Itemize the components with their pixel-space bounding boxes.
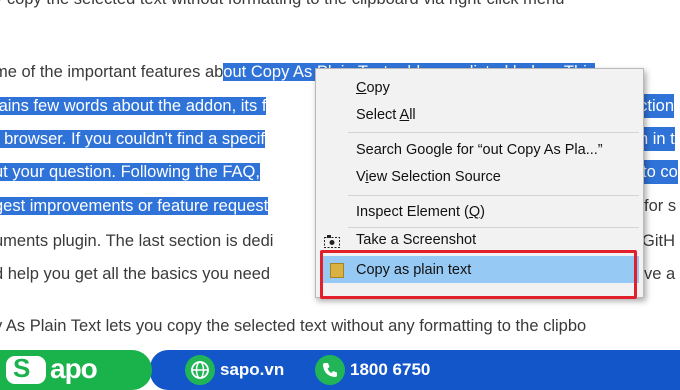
selected-text: ut your question. Following the FAQ, [0,163,260,181]
website-link[interactable]: sapo.vn [220,360,284,380]
text-line-0: y copy the selected text without formatt… [0,0,564,11]
menu-separator [348,227,639,228]
globe-icon [185,355,215,385]
menu-item-inspect-element[interactable]: Inspect Element (Q) [356,204,485,220]
footer-banner: sapo.vn 1800 6750 S apo [0,350,680,390]
phone-icon [315,355,345,385]
sapo-logo: apo [50,353,98,384]
phone-number[interactable]: 1800 6750 [350,360,430,380]
text-line-3: r browser. If you couldn't find a specif… [0,127,675,151]
menu-separator [348,195,639,196]
text-tail: for s [644,197,677,215]
annotation-highlight-box [320,250,637,299]
selected-text-tail: to co [642,160,678,184]
screenshot-icon [324,235,340,248]
text-line-8: y As Plain Text lets you copy the select… [0,317,587,335]
text-tail: ve a [644,265,676,283]
text-line-6: uments plugin. The last section is dedi G… [0,229,675,253]
text-line-2: tains few words about the addon, its f ec… [0,94,675,118]
menu-item-search-google[interactable]: Search Google for “out Copy As Pla...” [356,142,603,158]
sapo-logo-mark: S [6,353,46,384]
menu-separator [348,132,639,133]
selected-text: tains few words about the addon, its f [0,97,267,115]
footer-contact-bar: sapo.vn 1800 6750 [150,350,680,390]
menu-item-view-selection-source[interactable]: View Selection Source [356,169,501,185]
text-line-4: ut your question. Following the FAQ, to … [0,160,678,184]
menu-item-take-screenshot[interactable]: Take a Screenshot [356,232,476,246]
sapo-brand-block: S apo [0,350,152,390]
selected-text: gest improvements or feature request [0,197,269,215]
text-line-5: gest improvements or feature request for … [0,194,676,218]
text-line-7: d help you get all the basics you need ve… [0,262,675,286]
text-tail: GitH [642,232,675,250]
selected-text-tail: h in t [639,127,675,151]
selected-text: r browser. If you couldn't find a specif [0,130,265,148]
menu-item-copy[interactable]: Copy [356,80,390,96]
menu-item-select-all[interactable]: Select All [356,107,416,123]
